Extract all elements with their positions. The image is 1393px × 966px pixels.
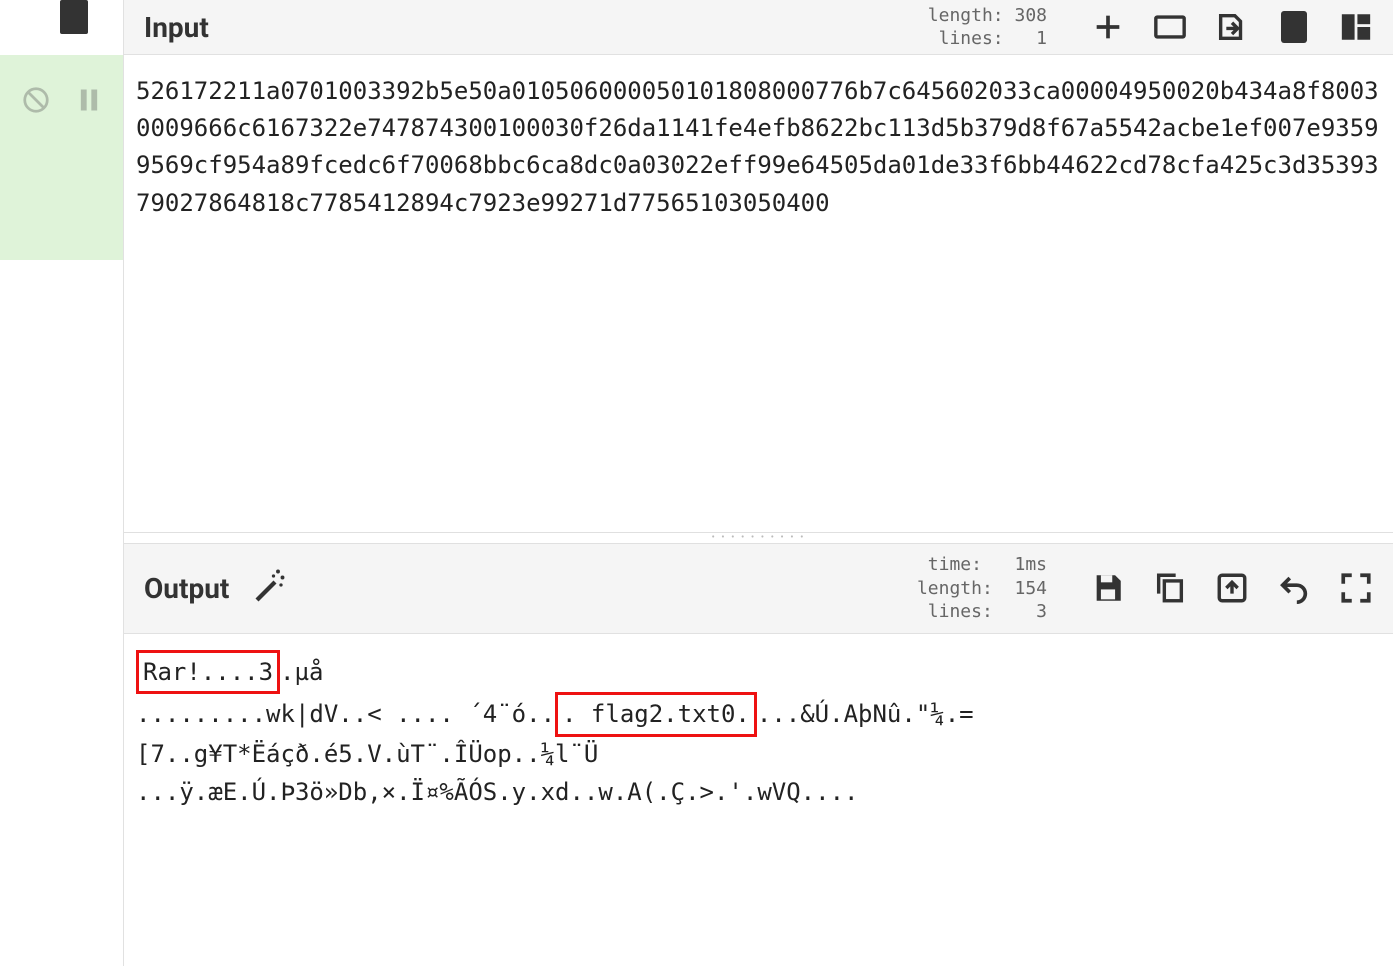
open-folder-icon[interactable] [1153, 10, 1187, 44]
input-stats: length: 308lines: 1 [928, 4, 1047, 51]
output-line-1: Rar!....3.µå [136, 650, 1381, 692]
input-text[interactable]: 526172211a0701003392b5e50a01050600005010… [124, 55, 1393, 532]
output-stats: time: 1mslength: 154lines: 3 [917, 553, 1047, 623]
highlight-rar: Rar!....3 [136, 650, 280, 694]
output-header: Output time: 1mslength: 154lines: 3 [124, 544, 1393, 634]
clear-input-icon[interactable] [1277, 10, 1311, 44]
input-title: Input [144, 11, 209, 44]
output-line-4: ...ÿ.æE.Ú.Þ3ö»Db,×.Ï¤%ÃÓS.y.xd..w.A(.Ç.>… [136, 773, 1381, 811]
highlight-flag: . flag2.txt0. [555, 692, 757, 736]
maximize-icon[interactable] [1339, 571, 1373, 605]
save-output-icon[interactable] [1091, 571, 1125, 605]
output-pane: Output time: 1mslength: 154lines: 3 [124, 544, 1393, 966]
sidebar [0, 0, 123, 966]
pane-splitter[interactable]: • • • • • • • • • • [124, 532, 1393, 544]
input-header: Input length: 308lines: 1 [124, 0, 1393, 55]
magic-wand-icon[interactable] [251, 567, 287, 610]
sidebar-top [0, 0, 123, 55]
operation-item[interactable] [0, 55, 123, 260]
move-to-input-icon[interactable] [1215, 571, 1249, 605]
layout-toggle-icon[interactable] [1339, 10, 1373, 44]
main-area: Input length: 308lines: 1 526172211a0701… [123, 0, 1393, 966]
recipe-icon[interactable] [60, 0, 88, 34]
copy-output-icon[interactable] [1153, 571, 1187, 605]
add-input-icon[interactable] [1091, 10, 1125, 44]
undo-icon[interactable] [1277, 571, 1311, 605]
output-line-3: [7..g¥T*Ëáçð.é5.V.ùT¨.ÎÜop..¼l¨Ü [136, 735, 1381, 773]
output-line-2: .........wk|dV..< .... ´4¨ó... flag2.txt… [136, 692, 1381, 734]
input-pane: Input length: 308lines: 1 526172211a0701… [124, 0, 1393, 532]
pause-icon[interactable] [75, 85, 103, 115]
output-text[interactable]: Rar!....3.µå .........wk|dV..< .... ´4¨ó… [124, 634, 1393, 966]
output-title: Output [144, 572, 229, 605]
import-file-icon[interactable] [1215, 10, 1249, 44]
disable-icon[interactable] [21, 85, 51, 115]
